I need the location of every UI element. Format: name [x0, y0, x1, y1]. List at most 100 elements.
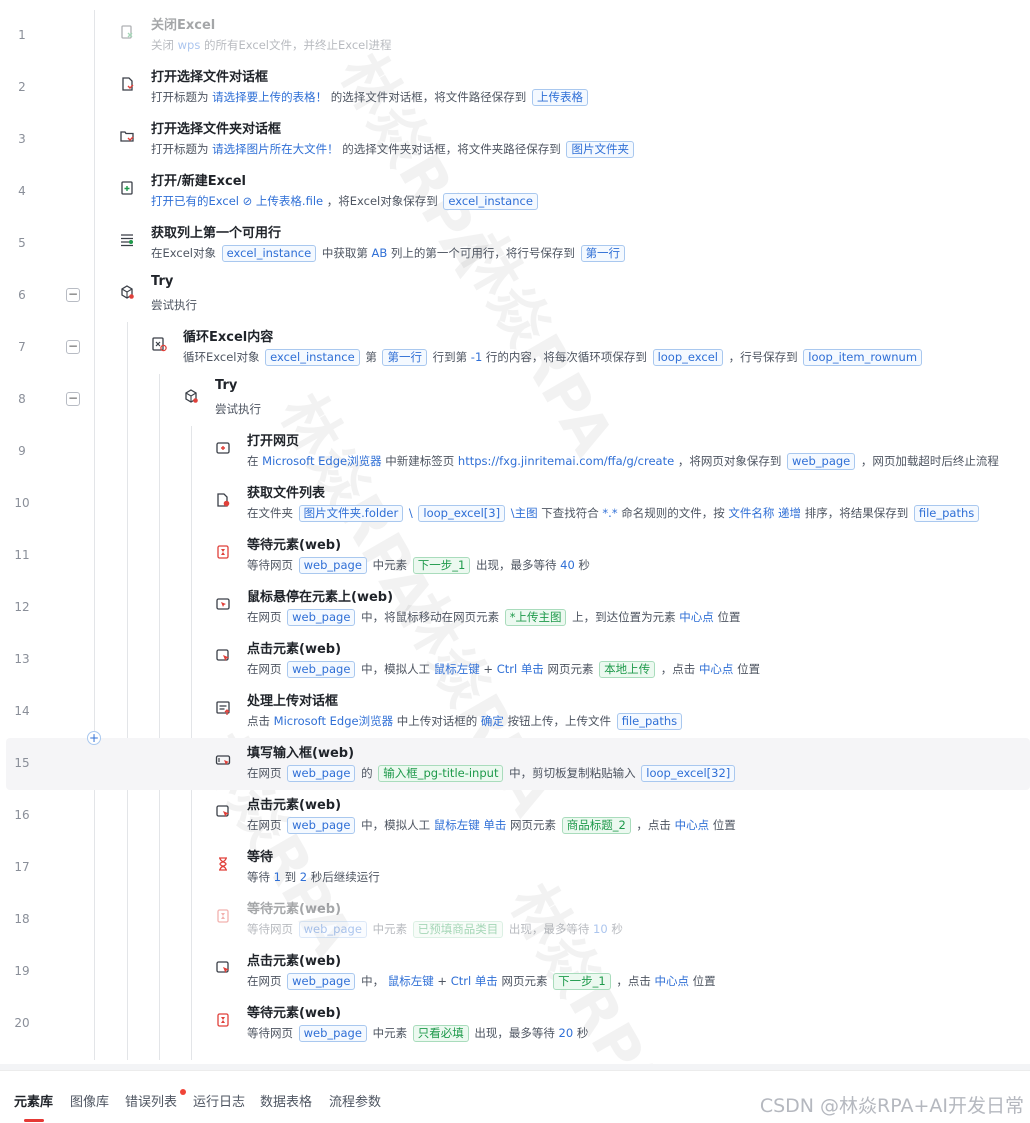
step-row[interactable]: 5 获取列上第一个可用行 在Excel对象 excel_instance 中获取第 … — [0, 218, 1030, 270]
collapse-toggle-icon[interactable]: − — [66, 340, 80, 354]
parameter-value[interactable]: -1 — [471, 350, 482, 364]
variable-tag[interactable]: web_page — [298, 921, 367, 938]
step-row[interactable]: 20 等待元素(web) 等待网页 web_page 中元素 只看必填 出现，最多等… — [0, 998, 1030, 1050]
parameter-value[interactable]: Ctrl — [497, 662, 517, 676]
element-tag[interactable]: 商品标题_2 — [561, 817, 631, 834]
step-row[interactable]: 15 填写输入框(web) 在网页 web_page 的 输入框_pg-title-… — [6, 738, 1030, 790]
parameter-value[interactable]: 单击 — [521, 662, 544, 676]
element-tag[interactable]: 只看必填 — [412, 1025, 469, 1042]
parameter-value[interactable]: 中心点 — [699, 662, 734, 676]
variable-tag[interactable]: loop_item_rownum — [803, 349, 923, 366]
parameter-value[interactable]: 请选择图片所在大文件！ — [212, 142, 339, 156]
variable-tag[interactable]: web_page — [298, 1025, 367, 1042]
parameter-value[interactable]: \ — [405, 506, 416, 520]
tab-image-library[interactable]: 图像库 — [70, 1091, 109, 1110]
tab-error-list[interactable]: 错误列表 — [125, 1091, 177, 1110]
variable-tag[interactable]: loop_excel[3] — [418, 505, 506, 522]
parameter-value[interactable]: 递增 — [778, 506, 801, 520]
parameter-value[interactable]: 请选择要上传的表格！ — [212, 90, 327, 104]
variable-tag[interactable]: loop_excel — [652, 349, 723, 366]
parameter-value[interactable]: Ctrl — [451, 974, 471, 988]
step-title: 点击元素(web) — [247, 954, 342, 969]
variable-tag[interactable]: excel_instance — [443, 193, 538, 210]
parameter-value[interactable]: 确定 — [481, 714, 504, 728]
step-row[interactable]: 9 打开网页在 Microsoft Edge浏览器 中新建标签页 https://… — [0, 426, 1030, 478]
line-number: 19 — [14, 964, 30, 978]
parameter-value[interactable]: Microsoft Edge浏览器 — [262, 454, 381, 468]
parameter-value[interactable]: 鼠标左键 — [434, 818, 480, 832]
variable-tag[interactable]: web_page — [287, 661, 356, 678]
step-description: 在网页 web_page 中，模拟人工 鼠标左键 + Ctrl 单击 网页元素 … — [247, 660, 760, 678]
step-row[interactable]: 17 等待 等待 1 到 2 秒后继续运行 — [0, 842, 1030, 894]
parameter-value[interactable]: ⊘ 上传表格.file — [243, 194, 323, 208]
variable-tag[interactable]: file_paths — [616, 713, 683, 730]
parameter-value[interactable]: 20 — [559, 1026, 574, 1040]
parameter-value[interactable]: 1 — [274, 870, 281, 884]
element-tag[interactable]: 本地上传 — [599, 661, 656, 678]
parameter-value[interactable]: 文件名称 — [728, 506, 774, 520]
parameter-value[interactable]: 单击 — [483, 818, 506, 832]
variable-tag[interactable]: file_paths — [913, 505, 980, 522]
variable-tag[interactable]: loop_excel[32] — [641, 765, 736, 782]
tab-data-table[interactable]: 数据表格 — [260, 1091, 312, 1110]
step-row[interactable]: 6 − Try 尝试执行 — [0, 270, 1030, 322]
parameter-value[interactable]: 鼠标左键 — [434, 662, 480, 676]
variable-tag[interactable]: 上传表格 — [531, 89, 588, 106]
parameter-value[interactable]: 中心点 — [655, 974, 690, 988]
parameter-value[interactable]: 打开已有的Excel — [151, 194, 243, 208]
parameter-value[interactable]: 鼠标左键 — [388, 974, 434, 988]
element-tag[interactable]: 下一步_1 — [412, 557, 471, 574]
parameter-value[interactable]: 中心点 — [675, 818, 710, 832]
step-row[interactable]: 19 点击元素(web) 在网页 web_page 中， 鼠标左键 + Ctrl 单… — [0, 946, 1030, 998]
parameter-value[interactable]: 单击 — [475, 974, 498, 988]
variable-tag[interactable]: 第一行 — [580, 245, 626, 262]
parameter-value[interactable]: AB — [371, 246, 387, 260]
variable-tag[interactable]: excel_instance — [221, 245, 317, 262]
variable-tag[interactable]: excel_instance — [265, 349, 360, 366]
element-tag[interactable]: *上传主图 — [504, 609, 567, 626]
step-row[interactable]: 13 点击元素(web) 在网页 web_page 中，模拟人工 鼠标左键 + Ct… — [0, 634, 1030, 686]
tab-run-log[interactable]: 运行日志 — [193, 1091, 245, 1110]
parameter-value[interactable]: Microsoft Edge浏览器 — [274, 714, 393, 728]
element-tag[interactable]: 已预填商品类目 — [412, 921, 504, 938]
parameter-value[interactable]: 40 — [560, 558, 575, 572]
step-row[interactable]: 11 等待元素(web) 等待网页 web_page 中元素 下一步_1 出现，最多… — [0, 530, 1030, 582]
variable-tag[interactable]: 图片文件夹 — [566, 141, 634, 158]
variable-tag[interactable]: web_page — [787, 453, 856, 470]
step-row[interactable]: 12 鼠标悬停在元素上(web) 在网页 web_page 中，将鼠标移动在网页元素… — [0, 582, 1030, 634]
variable-tag[interactable]: web_page — [287, 609, 356, 626]
step-row[interactable]: 2 打开选择文件对话框 打开标题为 请选择要上传的表格！ 的选择文件对话框，将文件路… — [0, 62, 1030, 114]
element-tag[interactable]: 输入框_pg-title-input — [378, 765, 504, 782]
step-row[interactable]: 3 打开选择文件夹对话框 打开标题为 请选择图片所在大文件！ 的选择文件夹对话框，将… — [0, 114, 1030, 166]
step-row[interactable]: 14 处理上传对话框 点击 Microsoft Edge浏览器 中上传对话框的 确定… — [0, 686, 1030, 738]
variable-tag[interactable]: web_page — [287, 765, 356, 782]
step-row[interactable]: 4 打开/新建Excel 打开已有的Excel ⊘ 上传表格.file ，将Exce… — [0, 166, 1030, 218]
step-description: 等待网页 web_page 中元素 只看必填 出现，最多等待 20 秒 — [247, 1024, 588, 1042]
step-row[interactable]: 10 获取文件列表 在文件夹 图片文件夹.folder \ loop_excel[3… — [0, 478, 1030, 530]
parameter-value[interactable]: \主图 — [507, 506, 538, 520]
variable-tag[interactable]: 第一行 — [382, 349, 427, 366]
parameter-value[interactable]: 中心点 — [679, 610, 714, 624]
step-row[interactable]: 8 − Try 尝试执行 — [0, 374, 1030, 426]
step-row[interactable]: 16 点击元素(web) 在网页 web_page 中，模拟人工 鼠标左键 单击 网… — [0, 790, 1030, 842]
tab-element-library[interactable]: 元素库 — [14, 1091, 53, 1110]
step-description: 在网页 web_page 中，将鼠标移动在网页元素 *上传主图 上，到达位置为元… — [247, 608, 740, 626]
description-text: 位置 — [713, 610, 741, 624]
collapse-toggle-icon[interactable]: − — [66, 392, 80, 406]
parameter-value[interactable]: 10 — [593, 922, 608, 936]
variable-tag[interactable]: 图片文件夹.folder — [298, 505, 404, 522]
parameter-value[interactable]: https://fxg.jinritemai.com/ffa/g/create — [458, 454, 674, 468]
tab-flow-params[interactable]: 流程参数 — [329, 1091, 381, 1110]
parameter-value[interactable]: *.* — [602, 506, 617, 520]
step-row[interactable]: 7 − 循环Excel内容 循环Excel对象 excel_instance 第 第一… — [0, 322, 1030, 374]
step-row[interactable]: 1 关闭Excel 关闭 wps 的所有Excel文件，并终止Excel进程 — [0, 10, 1030, 62]
element-tag[interactable]: 下一步_1 — [553, 973, 611, 990]
variable-tag[interactable]: web_page — [287, 973, 356, 990]
step-row[interactable]: 18 等待元素(web) 等待网页 web_page 中元素 已预填商品类目 出现，… — [0, 894, 1030, 946]
variable-tag[interactable]: web_page — [287, 817, 356, 834]
parameter-value[interactable]: wps — [178, 38, 201, 52]
description-text: 位置 — [689, 974, 716, 988]
insert-step-plus-icon[interactable]: + — [87, 731, 101, 745]
variable-tag[interactable]: web_page — [298, 557, 367, 574]
collapse-toggle-icon[interactable]: − — [66, 288, 80, 302]
